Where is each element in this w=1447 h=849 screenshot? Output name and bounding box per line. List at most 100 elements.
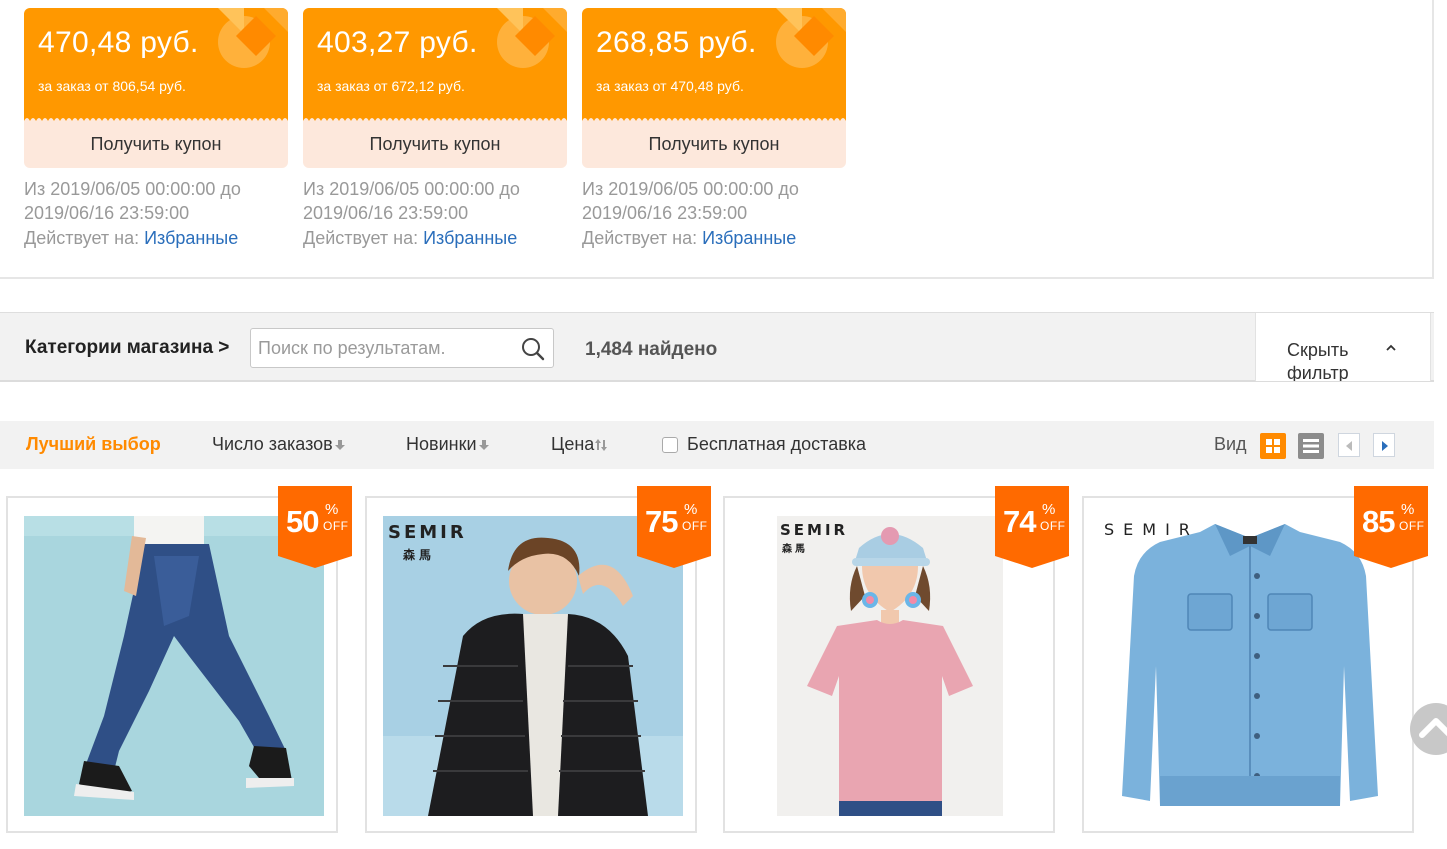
- product-card-1[interactable]: 50 % OFF: [6, 486, 352, 833]
- coupon-applies-label: Действует на:: [24, 228, 140, 248]
- list-view-button[interactable]: [1298, 433, 1324, 459]
- coupon-header: 268,85 руб. за заказ от 470,48 руб.: [582, 8, 846, 121]
- brand-label: SEMIR: [780, 521, 849, 539]
- coupon-ticket: 403,27 руб. за заказ от 672,12 руб. Полу…: [303, 8, 567, 168]
- hide-filter-label: Скрыть фильтр: [1287, 340, 1349, 381]
- coupon-date-to: 2019/06/16 23:59:00: [24, 203, 190, 223]
- pink-tshirt-model-photo[interactable]: SEMIR 森馬: [777, 516, 1003, 816]
- filter-bar: Категории магазина > 1,484 найдено Скрыт…: [0, 312, 1434, 382]
- coupon-decoration-icon: [776, 8, 846, 68]
- brand-label: SEMIR: [388, 522, 467, 543]
- grid-icon: [1266, 439, 1280, 453]
- discount-off: OFF: [682, 519, 708, 533]
- coupon-validity: Из 2019/06/05 00:00:00 до 2019/06/16 23:…: [303, 177, 567, 225]
- view-label: Вид: [1214, 434, 1247, 454]
- discount-off: OFF: [1399, 519, 1425, 533]
- coupon-panel: 470,48 руб. за заказ от 806,54 руб. Полу…: [0, 0, 1434, 279]
- coupon-date-to: 2019/06/16 23:59:00: [303, 203, 469, 223]
- coupon-header: 470,48 руб. за заказ от 806,54 руб.: [24, 8, 288, 121]
- coupon-date-from: Из 2019/06/05 00:00:00 до: [303, 179, 520, 199]
- sort-newest[interactable]: Новинки: [406, 434, 490, 455]
- search-input[interactable]: [251, 329, 513, 367]
- coupon-date-from: Из 2019/06/05 00:00:00 до: [582, 179, 799, 199]
- sort-up-down-icon: [595, 439, 608, 451]
- chevron-up-icon: [1386, 344, 1396, 351]
- coupon-validity: Из 2019/06/05 00:00:00 до 2019/06/16 23:…: [24, 177, 288, 225]
- discount-badge: 75 % OFF: [637, 486, 711, 568]
- store-categories-link[interactable]: Категории магазина >: [25, 337, 229, 359]
- scroll-to-top-button[interactable]: [1410, 703, 1447, 755]
- discount-percent: %: [325, 501, 339, 518]
- coupon-applies-link[interactable]: Избранные: [702, 228, 796, 248]
- coupon-applies-link[interactable]: Избранные: [423, 228, 517, 248]
- next-page-button[interactable]: [1373, 433, 1395, 457]
- get-coupon-button[interactable]: Получить купон: [582, 121, 846, 168]
- get-coupon-button[interactable]: Получить купон: [24, 121, 288, 168]
- coupon-applies: Действует на: Избранные: [24, 228, 288, 249]
- coupon-header: 403,27 руб. за заказ от 672,12 руб.: [303, 8, 567, 121]
- sort-orders[interactable]: Число заказов: [212, 434, 346, 455]
- coupon-date-from: Из 2019/06/05 00:00:00 до: [24, 179, 241, 199]
- product-card-2[interactable]: SEMIR 森馬 75 % OFF: [365, 486, 711, 833]
- free-shipping-checkbox[interactable]: [662, 436, 678, 453]
- coupon-applies-link[interactable]: Избранные: [144, 228, 238, 248]
- sort-price[interactable]: Цена: [551, 434, 608, 455]
- sort-orders-label: Число заказов: [212, 434, 333, 454]
- chevron-up-icon: [1419, 718, 1447, 738]
- free-shipping-label: Бесплатная доставка: [687, 434, 867, 454]
- coupon-amount: 268,85 руб.: [596, 26, 757, 59]
- hide-filter-button[interactable]: Скрыть фильтр: [1255, 313, 1431, 381]
- discount-percent: %: [1401, 501, 1415, 518]
- sort-newest-label: Новинки: [406, 434, 477, 454]
- coupon-validity: Из 2019/06/05 00:00:00 до 2019/06/16 23:…: [582, 177, 846, 225]
- brand-label: SEMIR: [1104, 520, 1199, 539]
- caret-right-icon: [1382, 441, 1388, 451]
- sort-bar: Лучший выбор Число заказов Новинки Цена …: [0, 421, 1434, 469]
- results-count: 1,484 найдено: [585, 339, 718, 360]
- coupon-condition: за заказ от 470,48 руб.: [596, 78, 744, 94]
- arrow-down-icon: [478, 440, 489, 450]
- coupon-condition: за заказ от 806,54 руб.: [38, 78, 186, 94]
- coupon-applies-label: Действует на:: [582, 228, 698, 248]
- coupon-date-to: 2019/06/16 23:59:00: [582, 203, 748, 223]
- coupon-applies: Действует на: Избранные: [582, 228, 846, 249]
- coupon-condition: за заказ от 672,12 руб.: [317, 78, 465, 94]
- search-box: [250, 328, 554, 368]
- coupon-card-3: 268,85 руб. за заказ от 470,48 руб. Полу…: [582, 8, 846, 249]
- list-icon: [1303, 439, 1319, 453]
- caret-left-icon: [1346, 441, 1352, 451]
- coupon-decoration-icon: [218, 8, 288, 68]
- prev-page-button[interactable]: [1338, 433, 1360, 457]
- coupon-card-2: 403,27 руб. за заказ от 672,12 руб. Полу…: [303, 8, 567, 249]
- arrow-down-icon: [334, 440, 345, 450]
- get-coupon-button[interactable]: Получить купон: [303, 121, 567, 168]
- discount-percent: %: [684, 501, 698, 518]
- brand-label-cn: 森馬: [782, 544, 808, 555]
- product-card-3[interactable]: SEMIR 森馬 74 % OFF: [723, 486, 1069, 833]
- discount-badge: 50 % OFF: [278, 486, 352, 568]
- discount-value: 85: [1362, 504, 1395, 539]
- coupon-ticket: 268,85 руб. за заказ от 470,48 руб. Полу…: [582, 8, 846, 168]
- grid-view-button[interactable]: [1260, 433, 1286, 459]
- free-shipping-filter[interactable]: Бесплатная доставка: [662, 434, 866, 455]
- discount-badge: 85 % OFF: [1354, 486, 1428, 568]
- discount-value: 75: [645, 504, 678, 539]
- discount-off: OFF: [323, 519, 349, 533]
- coupon-amount: 470,48 руб.: [38, 26, 199, 59]
- coupon-amount: 403,27 руб.: [317, 26, 478, 59]
- coupon-ticket: 470,48 руб. за заказ от 806,54 руб. Полу…: [24, 8, 288, 168]
- discount-off: OFF: [1040, 519, 1066, 533]
- discount-percent: %: [1042, 501, 1056, 518]
- coupon-card-1: 470,48 руб. за заказ от 806,54 руб. Полу…: [24, 8, 288, 249]
- coupon-applies: Действует на: Избранные: [303, 228, 567, 249]
- sort-best-match[interactable]: Лучший выбор: [26, 434, 161, 455]
- discount-value: 74: [1003, 504, 1036, 539]
- brand-label-cn: 森馬: [403, 548, 436, 562]
- sort-price-label: Цена: [551, 434, 595, 454]
- coupon-applies-label: Действует на:: [303, 228, 419, 248]
- product-card-4[interactable]: SEMIR 85 % OFF: [1082, 486, 1428, 833]
- coupon-decoration-icon: [497, 8, 567, 68]
- search-icon[interactable]: [521, 337, 545, 361]
- discount-value: 50: [286, 504, 319, 539]
- discount-badge: 74 % OFF: [995, 486, 1069, 568]
